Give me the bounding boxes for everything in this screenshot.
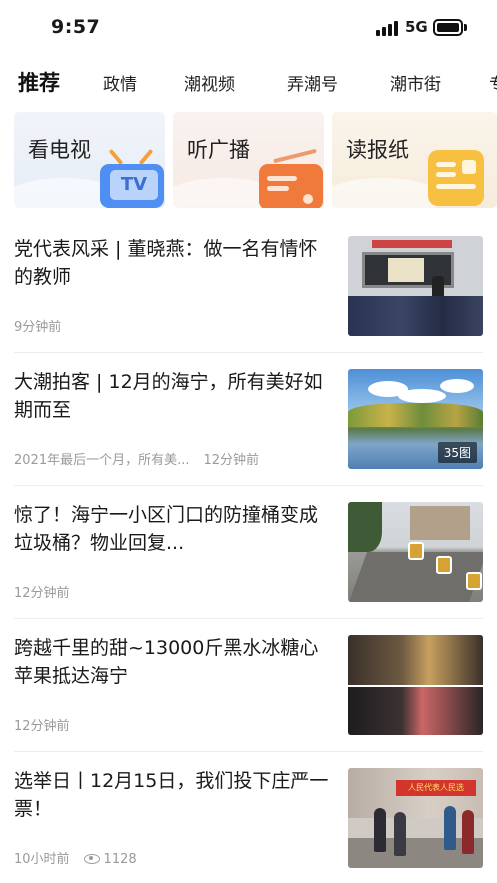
news-thumbnail — [348, 502, 483, 602]
thumbnail-banner-text: 人民代表人民选 — [396, 780, 476, 796]
news-thumbnail — [348, 236, 483, 336]
news-item[interactable]: 跨越千里的甜~13000斤黑水冰糖心苹果抵达海宁 12分钟前 — [14, 619, 483, 752]
news-summary: 2021年最后一个月，所有美... — [14, 453, 190, 468]
tab-recommend[interactable]: 推荐 — [18, 67, 60, 97]
tab-special[interactable]: 专 — [489, 70, 497, 95]
news-meta: 12分钟前 — [14, 715, 70, 734]
tab-market[interactable]: 潮市街 — [390, 70, 441, 95]
status-time: 9:57 — [51, 16, 101, 38]
news-meta: 10小时前 1128 — [14, 848, 137, 867]
tab-politics[interactable]: 政情 — [103, 70, 137, 95]
media-shortcuts: 看电视 TV 听广播 读报纸 — [14, 112, 497, 210]
news-time: 12分钟前 — [14, 586, 70, 601]
channel-tabs: 推荐 政情 潮视频 弄潮号 潮市街 专 — [0, 62, 497, 102]
news-item[interactable]: 党代表风采 | 董晓燕：做一名有情怀的教师 9分钟前 — [14, 220, 483, 353]
battery-icon — [433, 19, 463, 36]
news-title: 跨越千里的甜~13000斤黑水冰糖心苹果抵达海宁 — [14, 637, 319, 687]
radio-icon — [259, 148, 323, 208]
news-meta: 9分钟前 — [14, 316, 61, 335]
read-newspaper-label: 读报纸 — [346, 138, 409, 162]
news-time: 10小时前 — [14, 852, 70, 867]
read-newspaper-card[interactable]: 读报纸 — [332, 112, 497, 208]
eye-icon — [83, 854, 100, 864]
news-time: 12分钟前 — [14, 719, 70, 734]
watch-tv-card[interactable]: 看电视 TV — [14, 112, 165, 208]
image-count-badge: 35图 — [437, 442, 477, 463]
news-item[interactable]: 惊了！海宁一小区门口的防撞桶变成垃圾桶？物业回复... 12分钟前 — [14, 486, 483, 619]
news-meta: 2021年最后一个月，所有美... 12分钟前 — [14, 449, 259, 468]
news-views: 1128 — [103, 852, 137, 867]
news-thumbnail: 人民代表人民选 — [348, 768, 483, 868]
listen-radio-label: 听广播 — [187, 138, 250, 162]
news-item[interactable]: 选举日丨12月15日，我们投下庄严一票！ 10小时前 1128 人民代表人民选 — [14, 752, 483, 883]
status-bar: 9:57 5G — [0, 0, 497, 56]
battery-cap — [464, 24, 467, 31]
news-title: 党代表风采 | 董晓燕：做一名有情怀的教师 — [14, 238, 318, 288]
news-time: 12分钟前 — [203, 453, 260, 468]
signal-icon — [376, 20, 400, 36]
network-type: 5G — [405, 18, 428, 36]
watch-tv-label: 看电视 — [28, 138, 91, 162]
news-title: 惊了！海宁一小区门口的防撞桶变成垃圾桶？物业回复... — [14, 504, 319, 554]
listen-radio-card[interactable]: 听广播 — [173, 112, 324, 208]
tv-icon: TV — [100, 148, 164, 208]
news-thumbnail — [348, 635, 483, 735]
tab-video[interactable]: 潮视频 — [184, 70, 235, 95]
news-meta: 12分钟前 — [14, 582, 70, 601]
news-title: 选举日丨12月15日，我们投下庄严一票！ — [14, 770, 329, 820]
news-thumbnail: 35图 — [348, 369, 483, 469]
news-title: 大潮拍客 | 12月的海宁，所有美好如期而至 — [14, 371, 323, 421]
news-item[interactable]: 大潮拍客 | 12月的海宁，所有美好如期而至 2021年最后一个月，所有美...… — [14, 353, 483, 486]
newspaper-icon — [428, 150, 484, 206]
news-time: 9分钟前 — [14, 320, 62, 335]
tab-creators[interactable]: 弄潮号 — [287, 70, 338, 95]
tv-icon-text: TV — [110, 170, 158, 200]
